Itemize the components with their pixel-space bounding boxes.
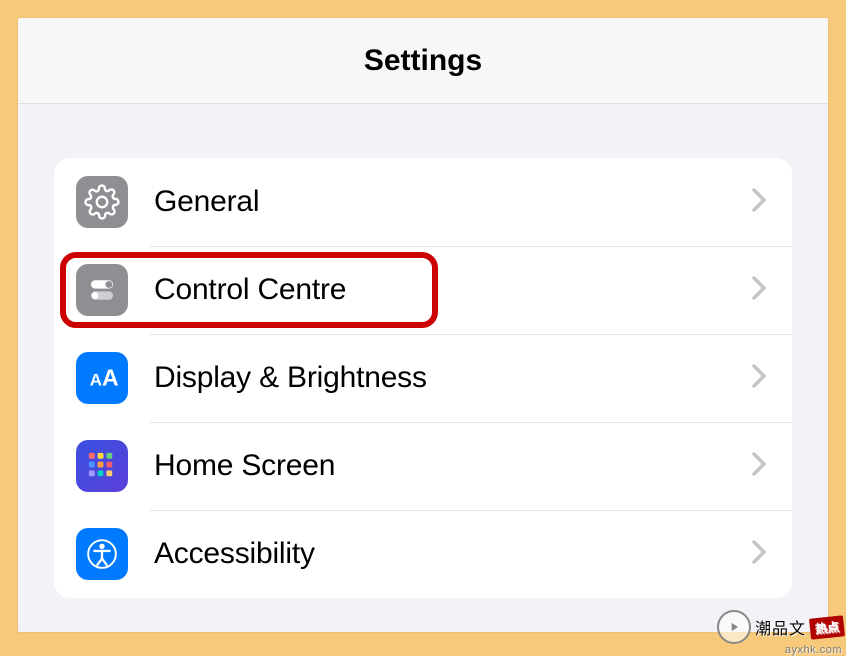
svg-text:A: A (90, 371, 102, 390)
settings-row-display[interactable]: AA Display & Brightness (54, 334, 792, 422)
settings-row-general[interactable]: General (54, 158, 792, 246)
settings-row-home-screen[interactable]: Home Screen (54, 422, 792, 510)
svg-text:A: A (102, 365, 119, 391)
page-title: Settings (364, 44, 482, 78)
chevron-right-icon (752, 188, 766, 217)
watermark-text: 潮品文 (755, 615, 806, 639)
control-centre-icon (76, 264, 128, 316)
settings-row-label: Home Screen (154, 449, 752, 483)
settings-row-accessibility[interactable]: Accessibility (54, 510, 792, 598)
settings-row-label: General (154, 185, 752, 219)
chevron-right-icon (752, 452, 766, 481)
settings-screen: Settings General Control Centre AA Display … (18, 18, 828, 632)
settings-row-label: Control Centre (154, 273, 752, 307)
general-icon (76, 176, 128, 228)
settings-row-control-centre[interactable]: Control Centre (54, 246, 792, 334)
content-area: General Control Centre AA Display & Brightn… (18, 104, 828, 598)
accessibility-icon (76, 528, 128, 580)
settings-row-label: Accessibility (154, 537, 752, 571)
play-icon (717, 610, 751, 644)
chevron-right-icon (752, 540, 766, 569)
chevron-right-icon (752, 364, 766, 393)
settings-group: General Control Centre AA Display & Brightn… (54, 158, 792, 598)
home-screen-icon (76, 440, 128, 492)
watermark: 潮品文 热点 ayxhk.com (717, 610, 844, 644)
chevron-right-icon (752, 276, 766, 305)
display-icon: AA (76, 352, 128, 404)
settings-row-label: Display & Brightness (154, 361, 752, 395)
watermark-url: ayxhk.com (785, 644, 842, 656)
watermark-badge: 热点 (809, 615, 845, 639)
header: Settings (18, 18, 828, 104)
